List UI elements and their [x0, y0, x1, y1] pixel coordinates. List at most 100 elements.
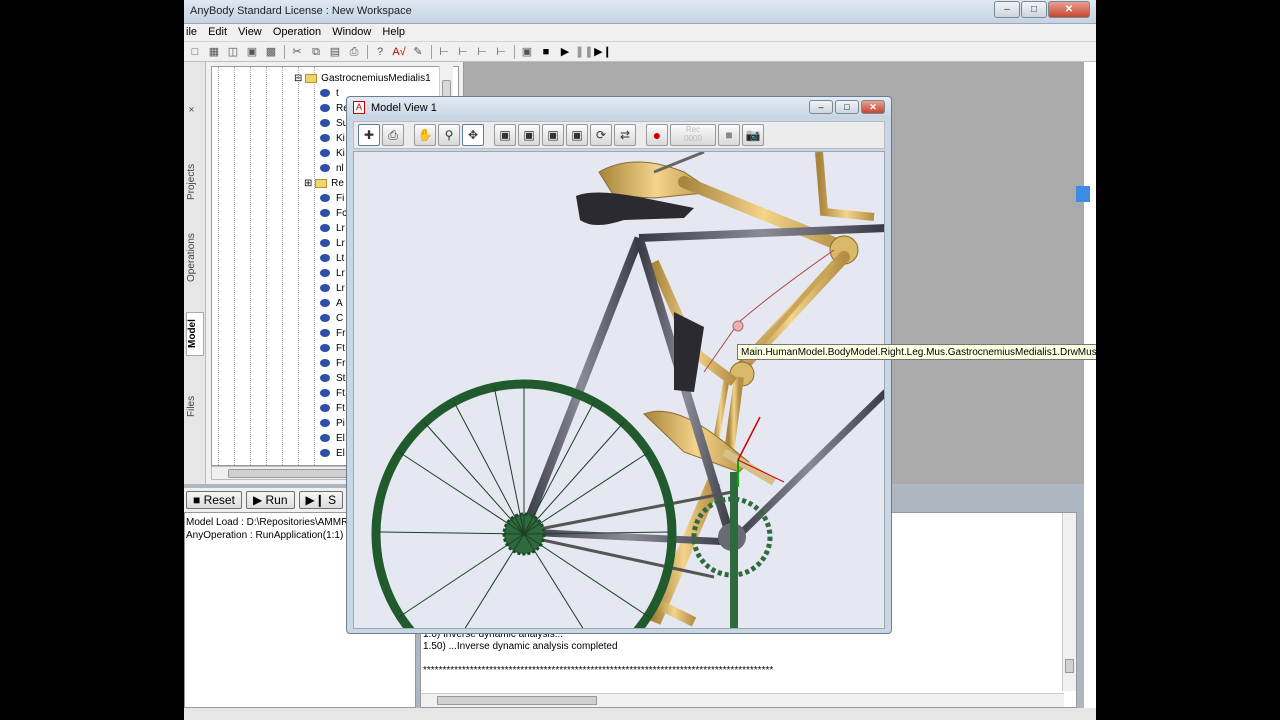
tree-node-label: Lt: [336, 253, 345, 264]
camera-icon[interactable]: 📷: [742, 124, 764, 146]
tree-node[interactable]: Fc: [320, 208, 347, 223]
tab-files[interactable]: Files: [186, 388, 204, 424]
view-top-icon[interactable]: ▣: [566, 124, 588, 146]
view-side-icon[interactable]: ▣: [542, 124, 564, 146]
print-icon[interactable]: ⎙: [382, 124, 404, 146]
pan-icon[interactable]: ✋: [414, 124, 436, 146]
tree-node[interactable]: El: [320, 448, 345, 463]
pause-icon[interactable]: ❚❚: [575, 44, 593, 60]
stop-icon[interactable]: ■: [537, 44, 555, 60]
tree-node[interactable]: Lr: [320, 238, 345, 253]
zoom-fit-icon[interactable]: ▣: [494, 124, 516, 146]
tree-node[interactable]: Lt: [320, 253, 344, 268]
print-icon[interactable]: ⎙: [345, 44, 363, 60]
rotate-icon[interactable]: ✥: [462, 124, 484, 146]
record-icon[interactable]: ●: [646, 124, 668, 146]
tree-node-folder[interactable]: ⊞ Re: [304, 178, 344, 193]
tree-4-icon[interactable]: ⊢: [492, 44, 510, 60]
tree-node[interactable]: nl: [320, 163, 344, 178]
tree-node[interactable]: Lr: [320, 268, 345, 283]
tree-node[interactable]: Lr: [320, 283, 345, 298]
run-button[interactable]: ▶ Run: [245, 491, 295, 509]
tree-node[interactable]: Su: [320, 118, 348, 133]
menu-help[interactable]: Help: [382, 24, 411, 38]
view-front-icon[interactable]: ▣: [518, 124, 540, 146]
menu-file[interactable]: ile: [186, 24, 203, 38]
log-vertical-scrollbar[interactable]: [1062, 513, 1076, 691]
3d-viewport[interactable]: [353, 151, 885, 629]
spell-icon[interactable]: A√: [390, 44, 408, 60]
variable-icon: [320, 119, 330, 128]
tree-node[interactable]: Pi: [320, 418, 345, 433]
menu-window[interactable]: Window: [332, 24, 377, 38]
tree-node[interactable]: Ft: [320, 388, 345, 403]
tree-node-label: Lr: [336, 238, 345, 249]
tree-node[interactable]: Ft: [320, 343, 345, 358]
variable-icon: [320, 314, 330, 323]
new-file-icon[interactable]: □: [186, 44, 204, 60]
tree-node[interactable]: Ft: [320, 403, 345, 418]
tab-model[interactable]: Model: [186, 312, 204, 356]
save-all-icon[interactable]: ▩: [262, 44, 280, 60]
title-bar[interactable]: AnyBody Standard License : New Workspace…: [184, 0, 1096, 24]
scroll-thumb[interactable]: [437, 696, 597, 705]
run-controls: ■ Reset ▶ Run ▶❙ S: [184, 488, 354, 512]
tree-node-label: Fi: [336, 193, 345, 204]
tree-1-icon[interactable]: ⊢: [435, 44, 453, 60]
panel-close-icon[interactable]: ×: [186, 102, 204, 116]
save-icon[interactable]: ▣: [243, 44, 261, 60]
copy-icon[interactable]: ⧉: [307, 44, 325, 60]
close-button[interactable]: ✕: [1048, 1, 1090, 18]
tree-node[interactable]: St: [320, 373, 345, 388]
rotate-view-icon[interactable]: ⟳: [590, 124, 612, 146]
animate-icon[interactable]: ⇄: [614, 124, 636, 146]
open-icon[interactable]: ◫: [224, 44, 242, 60]
scroll-thumb[interactable]: [1065, 659, 1074, 673]
tree-node[interactable]: Lr: [320, 223, 345, 238]
tree-node[interactable]: Ki: [320, 133, 345, 148]
play-icon[interactable]: ▶: [556, 44, 574, 60]
tree-3-icon[interactable]: ⊢: [473, 44, 491, 60]
tree-node-label: Ft: [336, 403, 345, 414]
tree-node[interactable]: C: [320, 313, 343, 328]
stop-record-icon[interactable]: ■: [718, 124, 740, 146]
toolbar-separator: [284, 44, 285, 59]
left-letterbox: [0, 0, 184, 720]
paste-icon[interactable]: ▤: [326, 44, 344, 60]
maximize-button[interactable]: □: [1021, 1, 1047, 18]
new-project-icon[interactable]: ▦: [205, 44, 223, 60]
model-view-title-bar[interactable]: A Model View 1 – □ ✕: [347, 97, 891, 119]
tab-projects[interactable]: Projects: [186, 158, 204, 206]
tree-node-root[interactable]: ⊟ GastrocnemiusMedialis1: [294, 73, 431, 88]
mv-maximize-button[interactable]: □: [835, 100, 859, 114]
help-icon[interactable]: ?: [371, 44, 389, 60]
menu-operation[interactable]: Operation: [273, 24, 327, 38]
tree-node[interactable]: Fi: [320, 193, 344, 208]
tree-node[interactable]: t: [320, 88, 339, 103]
variable-icon: [320, 254, 330, 263]
tab-operations[interactable]: Operations: [186, 228, 204, 288]
menu-edit[interactable]: Edit: [208, 24, 233, 38]
tree-node[interactable]: Fr: [320, 358, 345, 373]
tree-5-icon[interactable]: ▣: [518, 44, 536, 60]
minimize-button[interactable]: –: [994, 1, 1020, 18]
cut-icon[interactable]: ✂: [288, 44, 306, 60]
step-button[interactable]: ▶❙ S: [298, 491, 344, 509]
variable-icon: [320, 239, 330, 248]
menu-view[interactable]: View: [238, 24, 268, 38]
tree-2-icon[interactable]: ⊢: [454, 44, 472, 60]
mv-close-button[interactable]: ✕: [861, 100, 885, 114]
xyz-axes-icon[interactable]: ✚: [358, 124, 380, 146]
tree-node[interactable]: Ki: [320, 148, 345, 163]
reset-button[interactable]: ■ Reset: [186, 491, 242, 509]
tree-node[interactable]: El: [320, 433, 345, 448]
load-icon[interactable]: ✎: [409, 44, 427, 60]
log-horizontal-scrollbar[interactable]: [421, 693, 1064, 707]
mv-minimize-button[interactable]: –: [809, 100, 833, 114]
step-icon[interactable]: ▶❙: [594, 44, 612, 60]
zoom-box-icon[interactable]: ⚲: [438, 124, 460, 146]
tree-node[interactable]: A: [320, 298, 343, 313]
tree-node[interactable]: Fr: [320, 328, 345, 343]
tree-node[interactable]: Re: [320, 103, 349, 118]
tree-node-label: Ki: [336, 148, 345, 159]
